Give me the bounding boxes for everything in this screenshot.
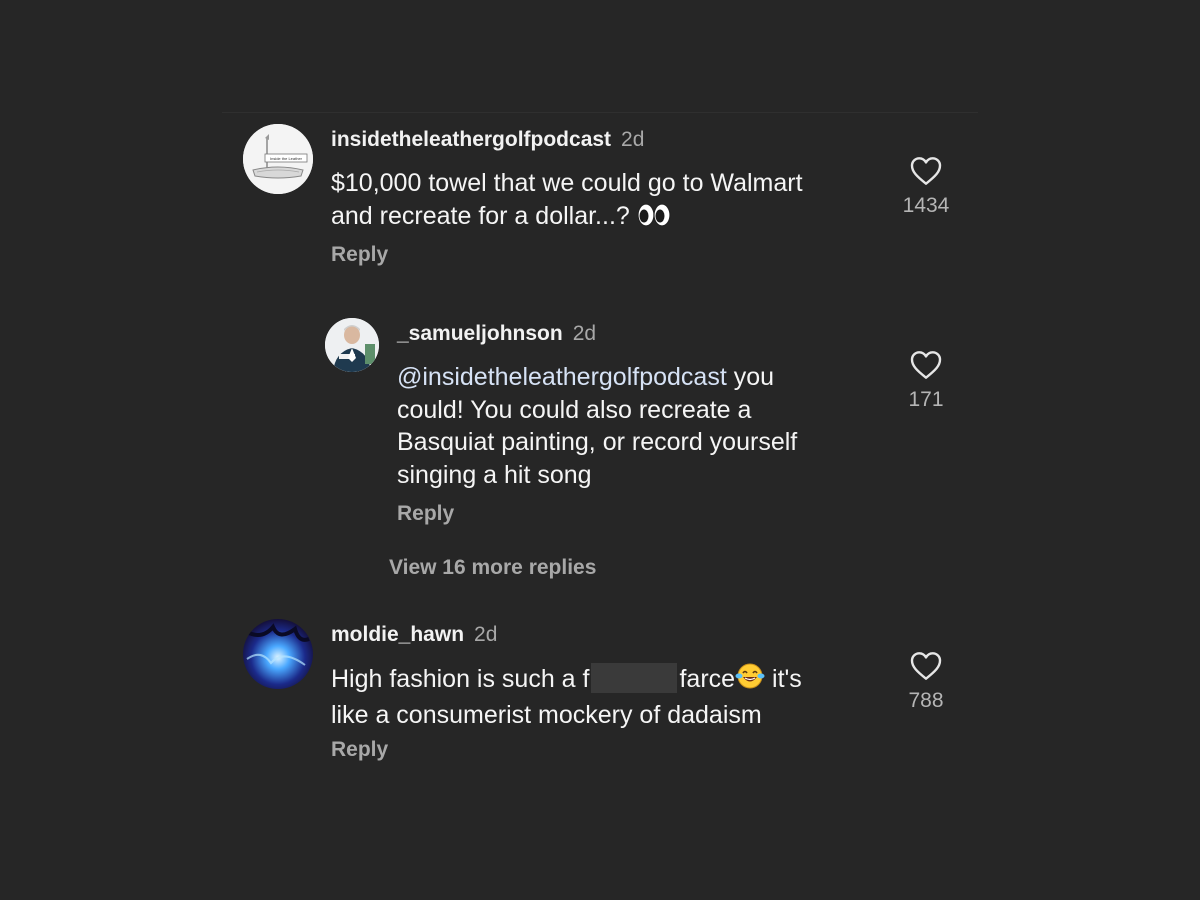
comment-text-fragment: it's [765,665,802,693]
heart-outline-icon[interactable] [910,651,942,681]
comment-meta: moldie_hawn 2d [331,622,497,648]
avatar[interactable]: Inside the Leather [243,124,313,194]
avatar-logo-text: Inside the Leather [270,156,303,161]
comment-text-fragment: High fashion is such a f [331,665,590,693]
censor-blur-block [591,663,678,693]
username[interactable]: _samueljohnson [397,322,563,345]
mention-link[interactable]: @insidetheleathergolfpodcast [397,363,727,391]
view-more-replies-button[interactable]: View 16 more replies [389,556,596,580]
like-group: 788 [896,651,956,713]
like-count: 1434 [902,194,950,217]
comment-text-fragment: farce [679,665,736,693]
comment-text: High fashion is such a f farce it's like … [331,662,891,731]
comment-text-line: and recreate for a dollar...? [331,200,891,236]
comment-text-fragment: you [726,363,775,391]
comment-meta: insidetheleathergolfpodcast 2d [331,127,644,153]
top-divider [222,112,978,113]
reply-button[interactable]: Reply [331,738,388,762]
username[interactable]: moldie_hawn [331,623,464,646]
eyes-emoji-icon [637,202,671,236]
heart-outline-icon[interactable] [910,156,942,186]
comment-text-line: singing a hit song [397,460,592,489]
like-group: 171 [896,350,956,412]
like-count: 788 [908,689,944,712]
reply-button[interactable]: Reply [331,243,388,267]
comment-text-line: Basquiat painting, or record yourself [397,428,798,456]
tears-of-joy-emoji-icon [735,662,765,699]
heart-outline-icon[interactable] [910,350,942,380]
comment-text-line: @insidetheleathergolfpodcast you [397,361,877,394]
like-group: 1434 [896,156,956,218]
reply-button[interactable]: Reply [397,502,454,526]
avatar[interactable] [243,619,313,689]
comment-meta: _samueljohnson 2d [397,321,596,347]
comment-text-line: like a consumerist mockery of dadaism [331,700,762,729]
timestamp: 2d [474,623,498,646]
timestamp: 2d [621,128,645,151]
comment-text: $10,000 towel that we could go to Walmar… [331,167,891,235]
profile-photo-avatar-image [325,318,379,372]
username[interactable]: insidetheleathergolfpodcast [331,128,611,151]
like-count: 171 [908,388,944,411]
golf-logo-avatar-image: Inside the Leather [243,124,313,194]
comment-text-line: $10,000 towel that we could go to Walmar… [331,169,803,197]
comments-panel: Inside the Leather insidetheleathergolfp… [0,0,1200,900]
timestamp: 2d [572,322,597,345]
comment-text-fragment: and recreate for a dollar...? [331,201,630,230]
avatar[interactable] [325,318,379,372]
comment-text-line: High fashion is such a f farce it's [331,662,891,699]
blue-abstract-avatar-image [243,619,313,689]
comment-text-line: could! You could also recreate a [397,395,752,424]
comment-text: @insidetheleathergolfpodcast you could! … [397,361,877,491]
